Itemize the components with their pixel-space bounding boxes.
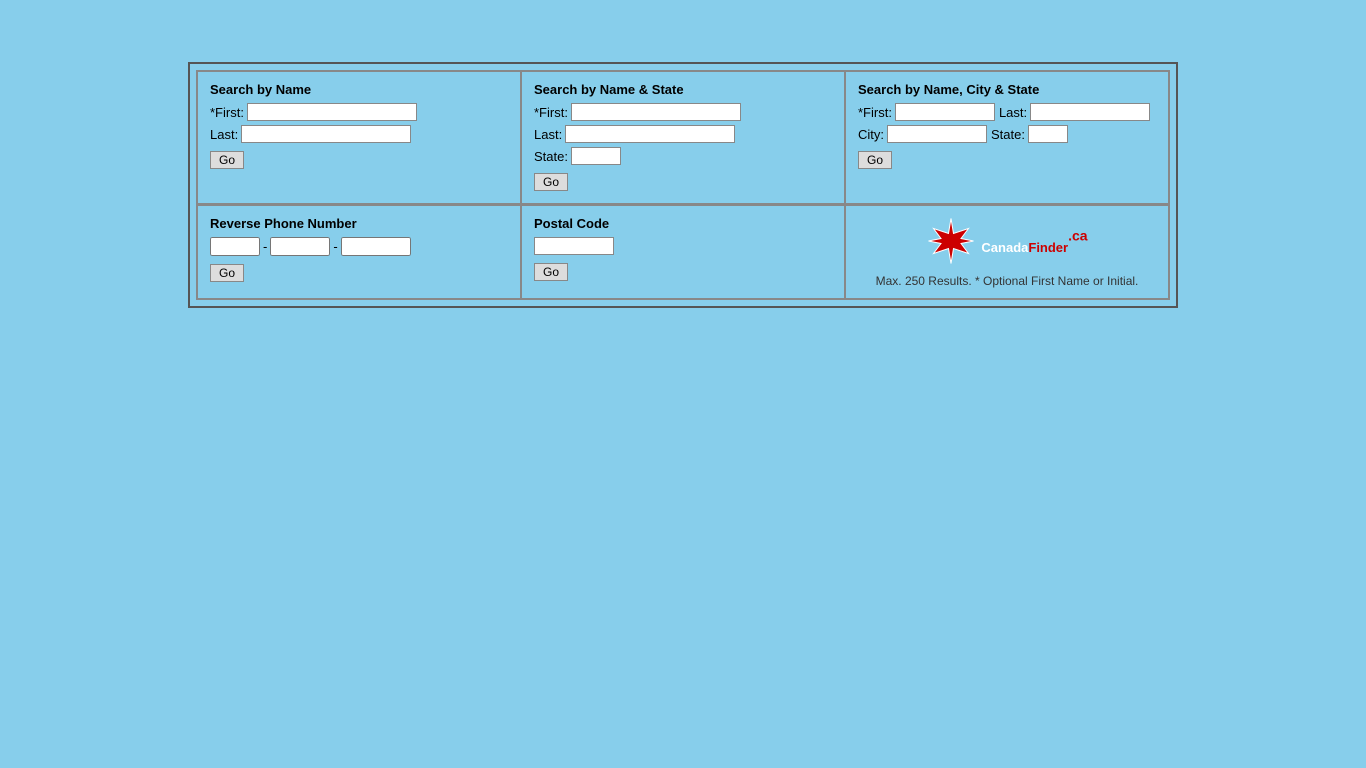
logo-note: Max. 250 Results. * Optional First Name … [876,274,1139,288]
last-name-label: Last: [210,127,238,142]
ncs-city-input[interactable] [887,125,987,143]
maple-leaf-icon [926,216,976,266]
ncs-first-last-row: *First: Last: [858,103,1156,121]
reverse-phone-panel: Reverse Phone Number - - Go [197,205,521,299]
search-by-name-panel: Search by Name *First: Last: Go [197,71,521,204]
search-by-name-city-state-go-button[interactable]: Go [858,151,892,169]
first-name-row: *First: [210,103,508,121]
last-name-row: Last: [210,125,508,143]
search-by-name-title: Search by Name [210,82,508,97]
ns-last-name-row: Last: [534,125,832,143]
search-by-name-state-panel: Search by Name & State *First: Last: Sta… [521,71,845,204]
postal-code-title: Postal Code [534,216,832,231]
phone-prefix-input[interactable] [270,237,330,256]
ns-state-input[interactable] [571,147,621,165]
logo-panel: CanadaFinder.ca Max. 250 Results. * Opti… [845,205,1169,299]
postal-code-go-button[interactable]: Go [534,263,568,281]
reverse-phone-title: Reverse Phone Number [210,216,508,231]
phone-area-input[interactable] [210,237,260,256]
postal-code-panel: Postal Code Go [521,205,845,299]
ns-last-name-label: Last: [534,127,562,142]
phone-inputs-row: - - [210,237,508,256]
postal-code-input[interactable] [534,237,614,255]
ca-text: .ca [1068,227,1087,243]
ncs-first-name-input[interactable] [895,103,995,121]
logo-text: CanadaFinder.ca [981,223,1087,260]
bottom-grid: Reverse Phone Number - - Go Postal Code … [196,205,1170,300]
phone-number-input[interactable] [341,237,411,256]
search-by-name-city-state-title: Search by Name, City & State [858,82,1156,97]
phone-separator-1: - [263,239,267,254]
ncs-state-input[interactable] [1028,125,1068,143]
search-by-name-city-state-panel: Search by Name, City & State *First: Las… [845,71,1169,204]
ncs-last-name-label: Last: [999,105,1027,120]
ns-first-name-input[interactable] [571,103,741,121]
postal-code-row [534,237,832,255]
canada-text: Canada [981,240,1028,255]
search-by-name-go-button[interactable]: Go [210,151,244,169]
ns-state-row: State: [534,147,832,165]
search-by-name-state-go-button[interactable]: Go [534,173,568,191]
ncs-first-name-label: *First: [858,105,892,120]
logo-container: CanadaFinder.ca [926,216,1087,266]
ncs-state-label: State: [991,127,1025,142]
ncs-last-name-input[interactable] [1030,103,1150,121]
ncs-city-label: City: [858,127,884,142]
ns-first-name-row: *First: [534,103,832,121]
top-grid: Search by Name *First: Last: Go Search b… [196,70,1170,205]
last-name-input[interactable] [241,125,411,143]
reverse-phone-go-button[interactable]: Go [210,264,244,282]
finder-text: Finder [1028,240,1068,255]
ns-first-name-label: *First: [534,105,568,120]
ncs-city-state-row: City: State: [858,125,1156,143]
first-name-input[interactable] [247,103,417,121]
main-container: Search by Name *First: Last: Go Search b… [188,62,1178,308]
ns-last-name-input[interactable] [565,125,735,143]
search-by-name-state-title: Search by Name & State [534,82,832,97]
ns-state-label: State: [534,149,568,164]
first-name-label: *First: [210,105,244,120]
phone-separator-2: - [333,239,337,254]
